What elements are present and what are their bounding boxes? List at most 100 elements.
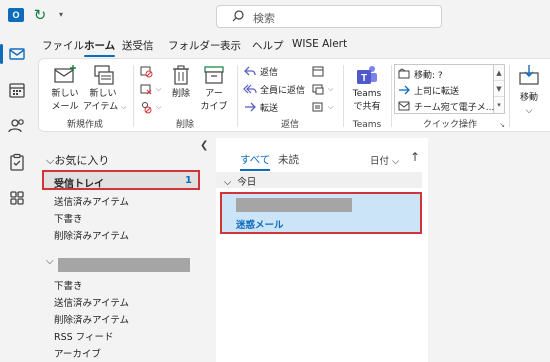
ribbon-group-new: 新しい メール 新しい アイテム ⌵ 新規作成 [39,59,131,133]
reply-all-icon [243,84,257,94]
reading-pane [430,138,550,362]
tab-unread-messages[interactable]: 未読 [278,152,299,167]
app-navigation-rail [0,34,34,362]
reply-all-button[interactable]: 全員に返信 [243,81,305,97]
account-folder-archive[interactable]: アーカイブ [54,346,101,360]
search-icon [232,10,244,22]
teams-icon: T [357,66,377,84]
teams-label-1: Teams [352,89,382,99]
reply-label: 返信 [260,67,279,78]
inbox-unread-count: 1 [185,175,192,186]
forward-button[interactable]: 転送 [243,99,278,115]
message-item[interactable]: 迷惑メール [220,192,422,234]
forward-label: 転送 [260,103,279,114]
account-folder-deleted-items[interactable]: 削除済みアイテム [54,312,129,326]
sort-by-date-button[interactable]: 日付 ⌵ [370,153,399,167]
archive-label-1: アー [205,89,223,99]
folder-deleted-items[interactable]: 削除済みアイテム [54,228,129,242]
sort-direction-icon[interactable]: ↑ [410,150,420,164]
ribbon: 新しい メール 新しい アイテム ⌵ 新規作成 ⌵ ⌵ 削除 アー カイブ 削除… [38,58,550,132]
tab-home[interactable]: ホーム [84,38,116,57]
ribbon-separator [237,65,238,127]
message-list: すべて 未読 日付 ⌵ ↑ ⌵ 今日 迷惑メール [216,138,428,362]
title-bar: O ↻ ▾ 検索 [0,0,550,34]
new-mail-icon [54,65,76,83]
archive-label-2: カイブ [200,102,228,112]
more-respond-button[interactable]: ⌵ [311,99,333,115]
trash-icon [173,65,189,85]
ribbon-separator [343,65,344,127]
account-folder-rss-feeds[interactable]: RSS フィード [54,329,114,343]
ignore-button[interactable] [139,63,153,79]
group-label-quick-steps: クイック操作 [422,120,477,130]
account-header[interactable]: ⌵ [46,256,54,267]
archive-icon [204,66,224,84]
redacted-account-name [58,258,190,272]
delete-label: 削除 [171,89,190,99]
collapse-pane-icon[interactable]: ❮ [200,140,208,151]
svg-text:T: T [361,73,367,84]
folder-drafts[interactable]: 下書き [54,211,83,225]
folder-sent-items[interactable]: 送信済みアイテム [54,194,129,208]
search-input[interactable]: 検索 [216,5,442,28]
delete-button[interactable]: 削除 [167,63,195,100]
tab-folder[interactable]: フォルダー [168,38,221,53]
new-mail-button[interactable]: 新しい メール [49,63,81,113]
tasks-icon[interactable] [7,152,27,172]
chat-icon [312,84,324,95]
dialog-launcher-icon[interactable]: ↘ [499,121,505,129]
send-receive-icon[interactable]: ↻ [32,7,48,23]
move-label: 移動 [519,93,538,103]
folder-pane: ❮ ⌵お気に入り 受信トレイ 1 送信済みアイテム 下書き 削除済みアイテム ⌵… [34,138,208,362]
tab-all-messages[interactable]: すべて [240,152,271,171]
group-label-teams: Teams [352,120,382,130]
account-folder-sent-items[interactable]: 送信済みアイテム [54,295,129,309]
favorites-header[interactable]: ⌵お気に入り [46,152,109,168]
share-to-teams-button[interactable]: T Teams で共有 [349,63,385,113]
tab-wise-alert[interactable]: WISE Alert [292,38,347,50]
folder-inbox[interactable]: 受信トレイ 1 [42,170,200,190]
group-label-new: 新規作成 [66,120,103,130]
new-items-label-1: 新しい [89,89,117,99]
cleanup-button[interactable]: ⌵ [139,81,161,97]
new-mail-label-2: メール [51,102,79,112]
junk-button[interactable]: ⌵ [139,99,161,115]
tab-help[interactable]: ヘルプ [252,38,284,53]
new-items-label-2: アイテム ⌵ [83,102,127,112]
tab-send-receive[interactable]: 送受信 [122,38,154,53]
apps-icon[interactable] [7,188,27,208]
reply-button[interactable]: 返信 [243,63,278,79]
outlook-app-icon: O [8,8,28,22]
mail-icon[interactable] [7,44,27,64]
ribbon-tabs: ファイル ホーム 送受信 フォルダー 表示 ヘルプ WISE Alert [34,38,550,57]
meeting-reply-button[interactable] [311,63,325,79]
tab-file[interactable]: ファイル [42,38,84,53]
ignore-icon [140,66,153,78]
message-subject: 迷惑メール [236,220,284,231]
group-today-label: ⌵ 今日 [224,177,257,188]
reply-all-label: 全員に返信 [260,85,306,96]
customize-toolbar-chevron-icon[interactable]: ▾ [56,9,66,21]
forward-icon [245,102,256,112]
new-items-icon [94,65,114,85]
more-respond-icon [312,102,323,112]
move-button[interactable]: 移動 ⌵ [511,63,547,117]
ribbon-group-quick-steps: クイック操作 ↘ [391,59,509,133]
archive-button[interactable]: アー カイブ [199,63,229,113]
group-header-today[interactable]: ⌵ 今日 [216,172,422,188]
cleanup-icon [140,84,152,95]
group-label-respond: 返信 [280,120,299,130]
search-placeholder: 検索 [253,12,275,25]
tab-view[interactable]: 表示 [220,38,241,53]
account-folder-drafts[interactable]: 下書き [54,278,83,292]
im-reply-button[interactable]: ⌵ [311,81,333,97]
inbox-label: 受信トレイ [54,179,104,190]
new-mail-label-1: 新しい [51,89,79,99]
group-label-delete: 削除 [175,120,194,130]
redacted-sender [236,198,352,212]
new-items-button[interactable]: 新しい アイテム ⌵ [83,63,127,113]
ribbon-separator [133,65,134,127]
calendar-icon[interactable] [7,80,27,100]
ribbon-group-delete: ⌵ ⌵ 削除 アー カイブ 削除 [135,59,235,133]
people-icon[interactable] [7,116,27,136]
